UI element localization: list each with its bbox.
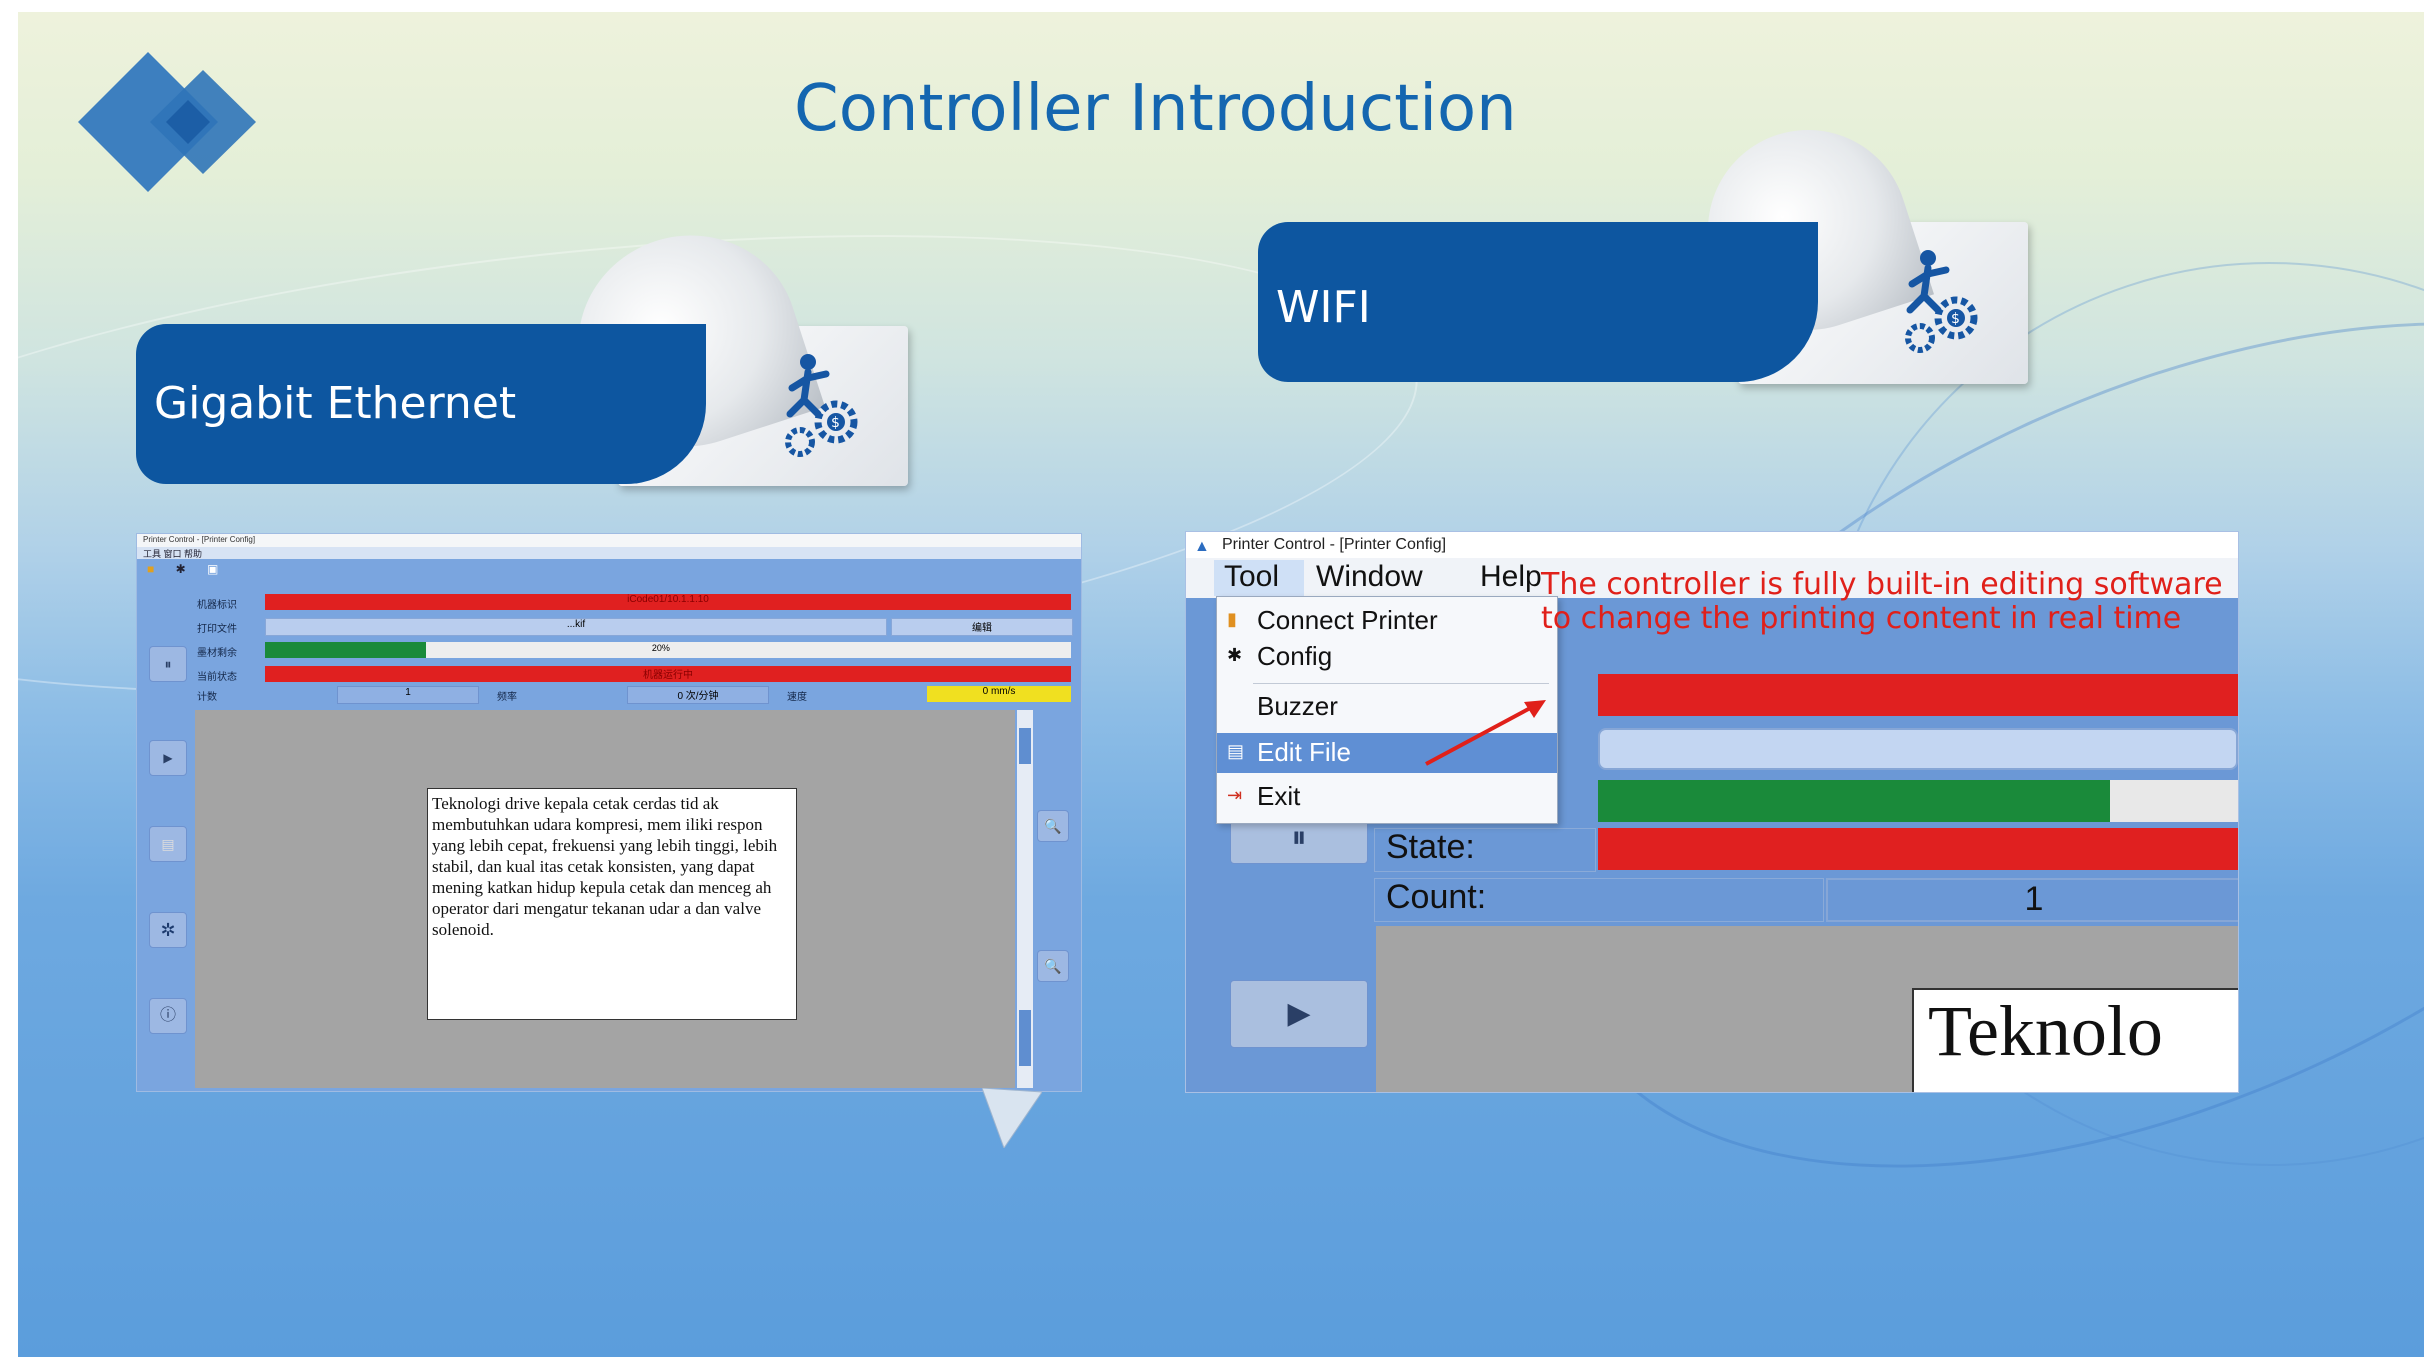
row-label: 机器标识 (197, 600, 237, 611)
person-gears-icon: $ (785, 354, 858, 457)
banner-wifi: WIFI (1258, 222, 1818, 382)
edit-icon: ▤ (1227, 741, 1245, 761)
state-bar: 机器运行中 (265, 666, 1071, 682)
speed-label: 频率 (497, 692, 517, 703)
menu-help[interactable]: Help (1480, 560, 1542, 594)
connect-icon: ▮ (1227, 609, 1237, 629)
row-label: 打印文件 (197, 624, 237, 635)
print-file-field[interactable]: ...kif (265, 618, 887, 636)
pause-button[interactable]: ⏸ (149, 646, 187, 682)
menu-divider (1253, 683, 1549, 684)
left-menubar[interactable]: 工具 窗口 帮助 (137, 547, 1081, 559)
machine-id-bar (1598, 674, 2238, 716)
annotation-arrow (1425, 700, 1546, 766)
row-label: 墨材剩余 (197, 648, 237, 659)
count-label: Count: (1386, 878, 1487, 916)
menu-tool[interactable]: Tool (1224, 560, 1279, 594)
right-screenshot: ▲ Printer Control - [Printer Config] Too… (1185, 531, 2239, 1093)
pointer-icon (982, 1088, 1042, 1148)
left-titlebar: Printer Control - [Printer Config] (137, 534, 1081, 547)
left-menubar-text: 工具 窗口 帮助 (143, 549, 203, 559)
preview-text-box: Teknolo (1912, 988, 2238, 1092)
preview-text-box: Teknologi drive kepala cetak cerdas tid … (427, 788, 797, 1020)
ink-progress-fill (1598, 780, 2110, 822)
person-gears-icon: $ (1905, 250, 1978, 353)
doc-icon[interactable]: ▣ (207, 562, 218, 576)
app-icon: ▲ (1194, 538, 1210, 555)
zoom-out-icon[interactable]: 🔍 (1037, 950, 1069, 982)
print-file-field[interactable] (1598, 728, 2238, 770)
menu-item-connect-printer[interactable]: ▮ Connect Printer (1217, 601, 1557, 641)
count-value: 1 (337, 686, 479, 704)
annotation-text: The controller is fully built-in editing… (1541, 567, 2223, 636)
scrollbar[interactable] (1017, 710, 1033, 1088)
svg-text:$: $ (831, 415, 840, 431)
printer-icon[interactable]: ▤ (149, 826, 187, 862)
file-icon[interactable]: ■ (147, 562, 154, 576)
left-screenshot: Printer Control - [Printer Config] 工具 窗口… (136, 533, 1082, 1092)
machine-id-bar: iCode01/10.1.1.10 (265, 594, 1071, 610)
count-label: 计数 (197, 692, 217, 703)
gear-icon[interactable]: ✱ (176, 562, 186, 576)
menu-item-label: Edit File (1257, 737, 1351, 767)
ink-progress-text: 20% (651, 643, 670, 653)
info-icon[interactable]: ⓘ (149, 998, 187, 1034)
speed-value: 0 次/分钟 (627, 686, 769, 704)
banner-gigabit-ethernet: Gigabit Ethernet (136, 324, 706, 484)
state-label: State: (1386, 828, 1475, 866)
scrollbar-thumb[interactable] (1019, 1010, 1031, 1066)
ink-progress-fill (265, 642, 427, 658)
menu-item-label: Config (1257, 641, 1333, 671)
edit-button[interactable]: 编辑 (891, 618, 1073, 636)
gear-icon: ✱ (1227, 645, 1243, 665)
preview-text: Teknolo (1928, 991, 2163, 1071)
left-toolbar: ■ ✱ ▣ (147, 562, 218, 576)
exit-icon: ⇥ (1227, 785, 1243, 805)
menu-item-config[interactable]: ✱ Config (1217, 637, 1557, 677)
right-titlebar-text: Printer Control - [Printer Config] (1222, 536, 1447, 553)
zoom-in-icon[interactable]: 🔍 (1037, 810, 1069, 842)
settings-icon[interactable]: ✲ (149, 912, 187, 948)
ink-progress-bar (1598, 780, 2238, 822)
scrollbar-thumb[interactable] (1019, 728, 1031, 764)
svg-text:$: $ (1951, 311, 1960, 327)
speed2-value: 0 mm/s (927, 686, 1071, 702)
speed2-label: 速度 (787, 692, 807, 703)
left-titlebar-text: Printer Control - [Printer Config] (143, 535, 256, 544)
state-bar (1598, 828, 2238, 870)
menu-item-exit[interactable]: ⇥ Exit (1217, 777, 1557, 817)
logo-icon (78, 52, 256, 192)
row-label: 当前状态 (197, 672, 237, 683)
menu-window[interactable]: Window (1316, 560, 1423, 594)
banner-label: WIFI (1276, 282, 1371, 333)
count-value: 1 (1826, 878, 2238, 922)
menu-item-label: Exit (1257, 781, 1301, 811)
play-button[interactable]: ▶ (1230, 980, 1368, 1048)
menu-item-label: Buzzer (1257, 691, 1338, 721)
menu-item-label: Connect Printer (1257, 605, 1438, 635)
right-titlebar: ▲ Printer Control - [Printer Config] (1186, 532, 2238, 558)
banner-label: Gigabit Ethernet (154, 378, 517, 429)
page-title: Controller Introduction (794, 72, 1517, 146)
ink-progress-bar: 20% (265, 642, 1071, 658)
play-button[interactable]: ▶ (149, 740, 187, 776)
